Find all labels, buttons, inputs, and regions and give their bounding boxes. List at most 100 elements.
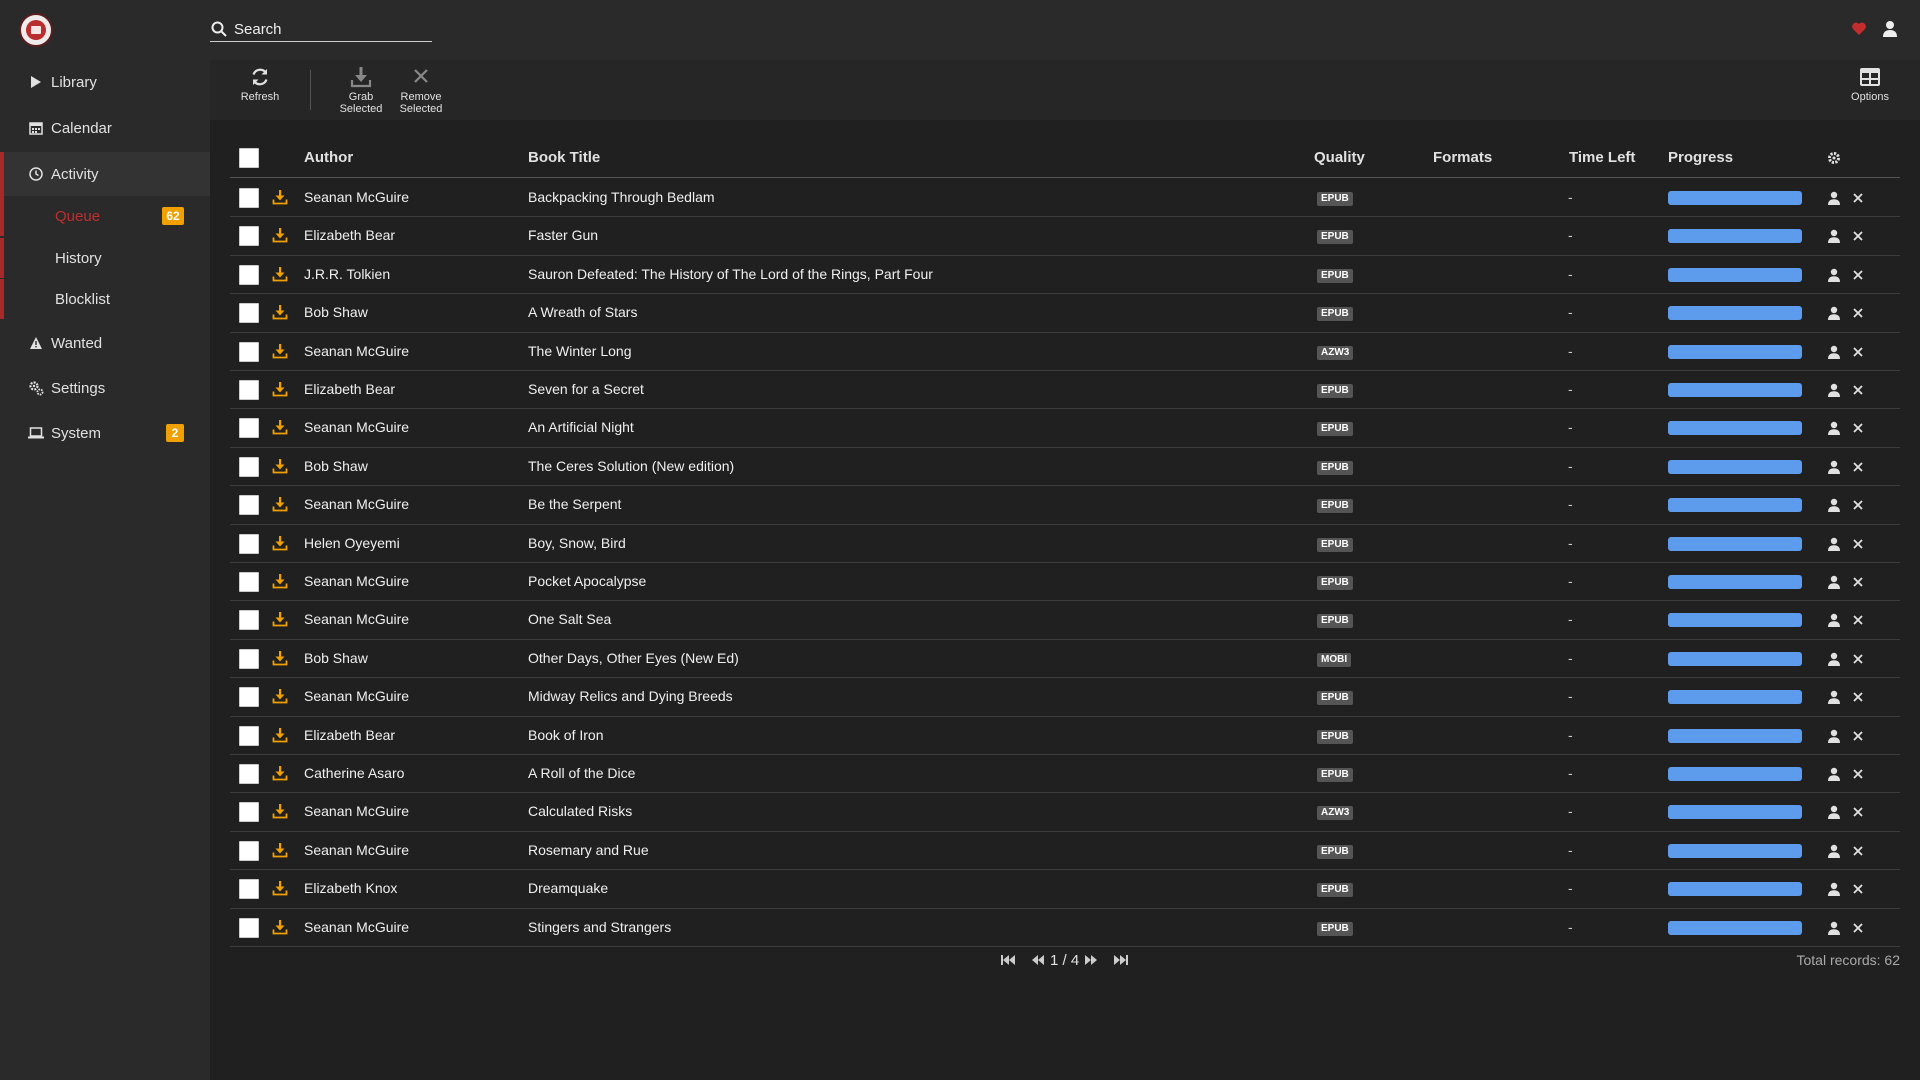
close-icon[interactable]	[1852, 806, 1864, 818]
author-cell[interactable]: Seanan McGuire	[304, 189, 409, 205]
close-icon[interactable]	[1852, 384, 1864, 396]
author-cell[interactable]: Seanan McGuire	[304, 496, 409, 512]
author-cell[interactable]: Seanan McGuire	[304, 343, 409, 359]
author-cell[interactable]: Bob Shaw	[304, 304, 368, 320]
column-header-author[interactable]: Author	[304, 149, 353, 166]
user-icon[interactable]	[1827, 690, 1841, 705]
row-checkbox[interactable]	[239, 380, 259, 400]
author-cell[interactable]: Bob Shaw	[304, 650, 368, 666]
user-icon[interactable]	[1827, 575, 1841, 589]
row-checkbox[interactable]	[239, 572, 259, 592]
user-icon[interactable]	[1827, 383, 1841, 397]
row-checkbox[interactable]	[239, 495, 259, 516]
sidebar-item-history[interactable]: History	[0, 238, 210, 278]
refresh-button[interactable]: Refresh	[225, 66, 295, 118]
title-cell[interactable]: Be the Serpent	[528, 496, 621, 512]
row-checkbox[interactable]	[239, 802, 259, 823]
title-cell[interactable]: Backpacking Through Bedlam	[528, 189, 715, 205]
row-checkbox[interactable]	[239, 226, 259, 247]
user-icon[interactable]	[1827, 306, 1841, 321]
title-cell[interactable]: Other Days, Other Eyes (New Ed)	[528, 650, 739, 666]
title-cell[interactable]: Stingers and Strangers	[528, 919, 671, 935]
user-icon[interactable]	[1882, 20, 1898, 38]
author-cell[interactable]: Elizabeth Bear	[304, 227, 395, 243]
row-checkbox[interactable]	[239, 764, 259, 784]
author-cell[interactable]: Seanan McGuire	[304, 611, 409, 627]
row-checkbox[interactable]	[239, 418, 259, 439]
last-page-icon[interactable]	[1111, 950, 1131, 970]
user-icon[interactable]	[1827, 498, 1841, 513]
row-checkbox[interactable]	[239, 879, 259, 900]
title-cell[interactable]: An Artificial Night	[528, 419, 634, 435]
close-icon[interactable]	[1852, 730, 1864, 742]
user-icon[interactable]	[1827, 460, 1841, 474]
sidebar-item-queue[interactable]: Queue 62	[0, 196, 210, 236]
close-icon[interactable]	[1852, 691, 1864, 703]
author-cell[interactable]: Elizabeth Knox	[304, 880, 397, 896]
column-header-formats[interactable]: Formats	[1433, 149, 1492, 166]
row-checkbox[interactable]	[239, 687, 259, 708]
first-page-icon[interactable]	[998, 950, 1018, 970]
row-checkbox[interactable]	[239, 610, 259, 631]
search-input[interactable]	[234, 18, 429, 40]
user-icon[interactable]	[1827, 767, 1841, 781]
title-cell[interactable]: Dreamquake	[528, 880, 608, 896]
title-cell[interactable]: Book of Iron	[528, 727, 604, 743]
column-header-quality[interactable]: Quality	[1314, 149, 1365, 166]
user-icon[interactable]	[1827, 652, 1841, 666]
row-checkbox[interactable]	[239, 303, 259, 324]
close-icon[interactable]	[1852, 883, 1864, 895]
row-checkbox[interactable]	[239, 264, 259, 285]
user-icon[interactable]	[1827, 268, 1841, 282]
title-cell[interactable]: The Winter Long	[528, 343, 632, 359]
author-cell[interactable]: Bob Shaw	[304, 458, 368, 474]
title-cell[interactable]: The Ceres Solution (New edition)	[528, 458, 734, 474]
author-cell[interactable]: Seanan McGuire	[304, 803, 409, 819]
author-cell[interactable]: J.R.R. Tolkien	[304, 266, 390, 282]
title-cell[interactable]: Pocket Apocalypse	[528, 573, 646, 589]
close-icon[interactable]	[1852, 845, 1864, 857]
previous-page-icon[interactable]	[1028, 950, 1048, 970]
title-cell[interactable]: A Roll of the Dice	[528, 765, 635, 781]
author-cell[interactable]: Seanan McGuire	[304, 419, 409, 435]
close-icon[interactable]	[1852, 653, 1864, 665]
next-page-icon[interactable]	[1081, 950, 1101, 970]
user-icon[interactable]	[1827, 191, 1841, 205]
author-cell[interactable]: Seanan McGuire	[304, 919, 409, 935]
title-cell[interactable]: Faster Gun	[528, 227, 598, 243]
close-icon[interactable]	[1852, 499, 1864, 511]
title-cell[interactable]: Rosemary and Rue	[528, 842, 649, 858]
app-logo[interactable]	[19, 13, 53, 47]
author-cell[interactable]: Elizabeth Bear	[304, 381, 395, 397]
close-icon[interactable]	[1852, 346, 1864, 358]
user-icon[interactable]	[1827, 345, 1841, 359]
close-icon[interactable]	[1852, 538, 1864, 550]
remove-selected-button[interactable]: Remove Selected	[386, 66, 456, 118]
close-icon[interactable]	[1852, 230, 1864, 242]
user-icon[interactable]	[1827, 844, 1841, 858]
user-icon[interactable]	[1827, 882, 1841, 897]
sidebar-item-settings[interactable]: Settings	[0, 366, 210, 410]
user-icon[interactable]	[1827, 537, 1841, 551]
user-icon[interactable]	[1827, 421, 1841, 436]
column-header-progress[interactable]: Progress	[1668, 149, 1733, 166]
user-icon[interactable]	[1827, 229, 1841, 244]
select-all-checkbox[interactable]	[239, 148, 259, 168]
title-cell[interactable]: Calculated Risks	[528, 803, 632, 819]
sidebar-item-blocklist[interactable]: Blocklist	[0, 279, 210, 319]
heart-icon[interactable]	[1851, 21, 1867, 37]
title-cell[interactable]: Midway Relics and Dying Breeds	[528, 688, 733, 704]
sidebar-item-library[interactable]: Library	[0, 60, 210, 104]
author-cell[interactable]: Seanan McGuire	[304, 842, 409, 858]
close-icon[interactable]	[1852, 922, 1864, 934]
gear-icon[interactable]	[1827, 151, 1841, 165]
sidebar-item-calendar[interactable]: Calendar	[0, 106, 210, 150]
sidebar-item-system[interactable]: System 2	[0, 411, 210, 455]
row-checkbox[interactable]	[239, 917, 259, 938]
author-cell[interactable]: Elizabeth Bear	[304, 727, 395, 743]
row-checkbox[interactable]	[239, 456, 259, 477]
user-icon[interactable]	[1827, 613, 1841, 628]
column-header-time-left[interactable]: Time Left	[1569, 149, 1635, 166]
close-icon[interactable]	[1852, 269, 1864, 281]
title-cell[interactable]: A Wreath of Stars	[528, 304, 637, 320]
